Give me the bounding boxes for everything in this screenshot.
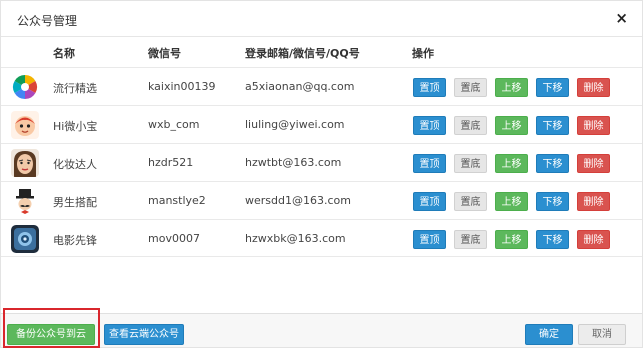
pin-bottom-button[interactable]: 置底 [454, 78, 487, 97]
move-up-button[interactable]: 上移 [495, 116, 528, 135]
move-up-button[interactable]: 上移 [495, 154, 528, 173]
row-wechat-id: manstlye2 [148, 194, 206, 207]
header-wechat-id: 微信号 [148, 47, 181, 60]
colorful-shutter-icon [11, 73, 39, 101]
row-name: Hi微小宝 [53, 120, 98, 133]
header-login: 登录邮箱/微信号/QQ号 [245, 47, 360, 60]
move-down-button[interactable]: 下移 [536, 78, 569, 97]
row-wechat-id: wxb_com [148, 118, 200, 131]
pin-bottom-button[interactable]: 置底 [454, 154, 487, 173]
delete-button[interactable]: 删除 [577, 192, 610, 211]
pin-top-button[interactable]: 置顶 [413, 154, 446, 173]
row-name: 流行精选 [53, 82, 97, 95]
table-row: Hi微小宝 wxb_com liuling@yiwei.com 置顶 置底 上移… [1, 105, 642, 143]
row-login: hzwxbk@163.com [245, 232, 346, 245]
table-row: 流行精选 kaixin00139 a5xiaonan@qq.com 置顶 置底 … [1, 67, 642, 105]
pin-bottom-button[interactable]: 置底 [454, 116, 487, 135]
view-cloud-accounts-button[interactable]: 查看云端公众号 [104, 324, 184, 345]
cartoon-baby-icon [11, 111, 39, 139]
row-login: a5xiaonan@qq.com [245, 80, 355, 93]
highlight-box [3, 308, 100, 348]
table-header: 名称 微信号 登录邮箱/微信号/QQ号 操作 [1, 37, 642, 67]
row-wechat-id: hzdr521 [148, 156, 194, 169]
row-wechat-id: mov0007 [148, 232, 200, 245]
pin-bottom-button[interactable]: 置底 [454, 230, 487, 249]
move-down-button[interactable]: 下移 [536, 192, 569, 211]
gentleman-icon [11, 187, 39, 215]
table-row: 化妆达人 hzdr521 hzwtbt@163.com 置顶 置底 上移 下移 … [1, 143, 642, 181]
move-up-button[interactable]: 上移 [495, 230, 528, 249]
pin-top-button[interactable]: 置顶 [413, 116, 446, 135]
account-management-dialog: 公众号管理 × 名称 微信号 登录邮箱/微信号/QQ号 操作 流行精选 kaix… [0, 0, 643, 348]
row-name: 电影先锋 [53, 234, 97, 247]
pin-bottom-button[interactable]: 置底 [454, 192, 487, 211]
dialog-titlebar: 公众号管理 × [1, 1, 642, 37]
row-login: wersdd1@163.com [245, 194, 351, 207]
dialog-title: 公众号管理 [17, 14, 78, 28]
delete-button[interactable]: 删除 [577, 78, 610, 97]
row-login: liuling@yiwei.com [245, 118, 345, 131]
row-login: hzwtbt@163.com [245, 156, 342, 169]
move-up-button[interactable]: 上移 [495, 78, 528, 97]
table-row: 男生搭配 manstlye2 wersdd1@163.com 置顶 置底 上移 … [1, 181, 642, 219]
row-name: 男生搭配 [53, 196, 97, 209]
ok-button[interactable]: 确定 [525, 324, 573, 345]
close-icon[interactable]: × [615, 10, 628, 26]
row-wechat-id: kaixin00139 [148, 80, 216, 93]
pin-top-button[interactable]: 置顶 [413, 192, 446, 211]
cancel-button[interactable]: 取消 [578, 324, 626, 345]
delete-button[interactable]: 删除 [577, 154, 610, 173]
header-actions: 操作 [412, 47, 434, 60]
move-up-button[interactable]: 上移 [495, 192, 528, 211]
move-down-button[interactable]: 下移 [536, 116, 569, 135]
table-row: 电影先锋 mov0007 hzwxbk@163.com 置顶 置底 上移 下移 … [1, 219, 642, 257]
pin-top-button[interactable]: 置顶 [413, 78, 446, 97]
pin-top-button[interactable]: 置顶 [413, 230, 446, 249]
delete-button[interactable]: 删除 [577, 230, 610, 249]
row-name: 化妆达人 [53, 158, 97, 171]
move-down-button[interactable]: 下移 [536, 230, 569, 249]
film-app-icon [11, 225, 39, 253]
move-down-button[interactable]: 下移 [536, 154, 569, 173]
makeup-face-icon [11, 149, 39, 177]
delete-button[interactable]: 删除 [577, 116, 610, 135]
header-name: 名称 [53, 47, 75, 60]
